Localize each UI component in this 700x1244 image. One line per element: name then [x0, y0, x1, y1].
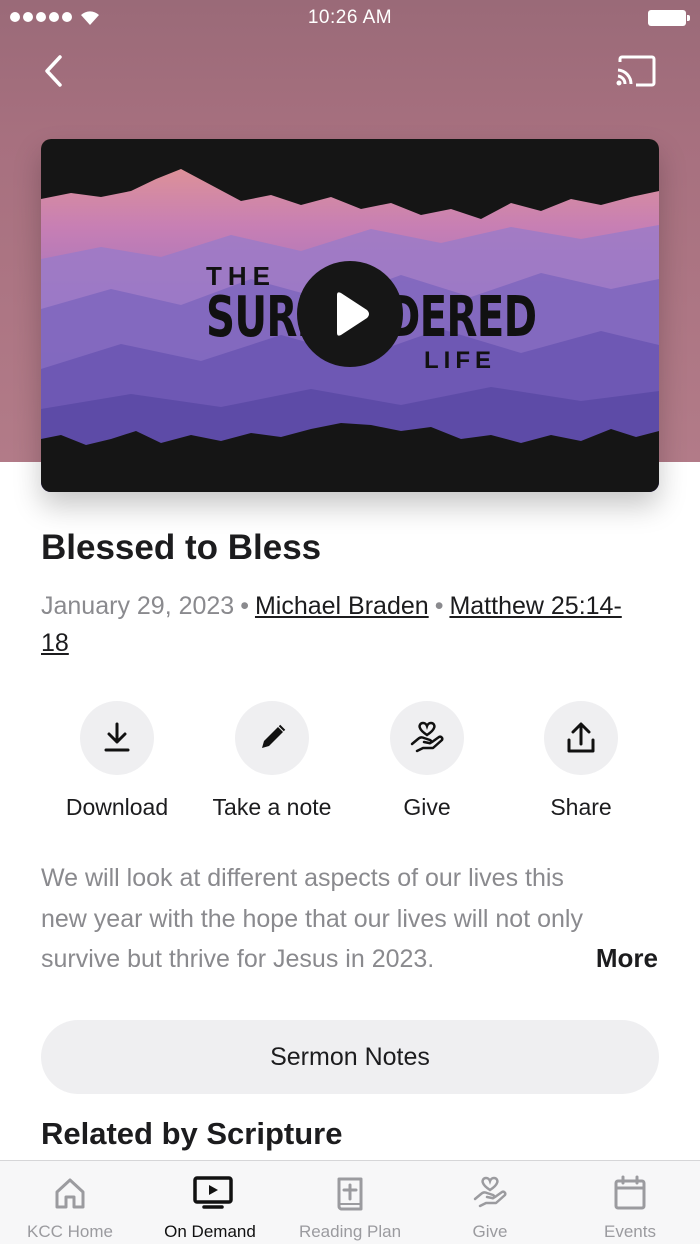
chevron-left-icon — [45, 55, 62, 87]
battery-icon — [648, 10, 690, 26]
sermon-notes-button[interactable]: Sermon Notes — [41, 1020, 659, 1094]
back-button[interactable] — [38, 52, 72, 90]
tab-on-demand[interactable]: On Demand — [140, 1161, 280, 1244]
status-bar: 10:26 AM — [0, 0, 700, 36]
download-button-circle — [80, 701, 154, 775]
tv-play-icon — [193, 1176, 233, 1209]
tab-reading-plan[interactable]: Reading Plan — [280, 1161, 420, 1244]
give-button[interactable]: Give — [352, 701, 502, 821]
sermon-video-player[interactable]: THE SURRENDERED LIFE — [41, 139, 659, 492]
share-label: Share — [550, 794, 612, 820]
sermon-title: Blessed to Bless — [41, 528, 322, 567]
tab-give[interactable]: Give — [420, 1161, 560, 1244]
give-label: Give — [403, 794, 451, 820]
take-note-button-circle — [235, 701, 309, 775]
speaker-link[interactable]: Michael Braden — [255, 592, 429, 620]
download-label: Download — [65, 794, 169, 820]
download-button[interactable]: Download — [42, 701, 192, 821]
share-button[interactable]: Share — [506, 701, 656, 821]
calendar-icon — [614, 1175, 646, 1210]
bible-icon — [337, 1177, 363, 1211]
sermon-description: We will look at different aspects of our… — [41, 864, 583, 973]
share-icon — [567, 722, 595, 753]
share-button-circle — [544, 701, 618, 775]
sermon-meta: January 29, 2023 • Michael Braden • Matthew … — [41, 588, 641, 662]
tab-label: Reading Plan — [298, 1222, 402, 1241]
status-time: 10:26 AM — [307, 7, 393, 28]
separator-dot: • — [240, 592, 249, 620]
give-hand-heart-icon — [473, 1176, 507, 1208]
tab-events[interactable]: Events — [560, 1161, 700, 1244]
play-button[interactable] — [297, 261, 403, 367]
give-hand-heart-icon — [410, 721, 444, 753]
tab-kcc-home[interactable]: KCC Home — [0, 1161, 140, 1244]
tab-label: KCC Home — [27, 1222, 113, 1241]
play-icon — [337, 292, 369, 336]
sermon-date: January 29, 2023 — [41, 592, 235, 620]
give-button-circle — [390, 701, 464, 775]
take-note-button[interactable]: Take a note — [197, 701, 347, 821]
tab-bar: KCC Home On Demand Reading Plan Give Eve… — [0, 1160, 700, 1244]
download-icon — [104, 722, 130, 752]
home-icon — [55, 1178, 85, 1209]
take-note-label: Take a note — [212, 794, 332, 820]
separator-dot: • — [434, 592, 444, 620]
pencil-icon — [262, 724, 286, 748]
more-button[interactable]: More — [596, 943, 658, 974]
tab-label: Events — [604, 1222, 656, 1241]
cast-icon — [616, 55, 656, 87]
related-heading: Related by Scripture — [41, 1116, 343, 1151]
tab-label: Give — [472, 1222, 508, 1241]
tab-label: On Demand — [164, 1222, 256, 1241]
cast-button[interactable] — [612, 52, 658, 90]
